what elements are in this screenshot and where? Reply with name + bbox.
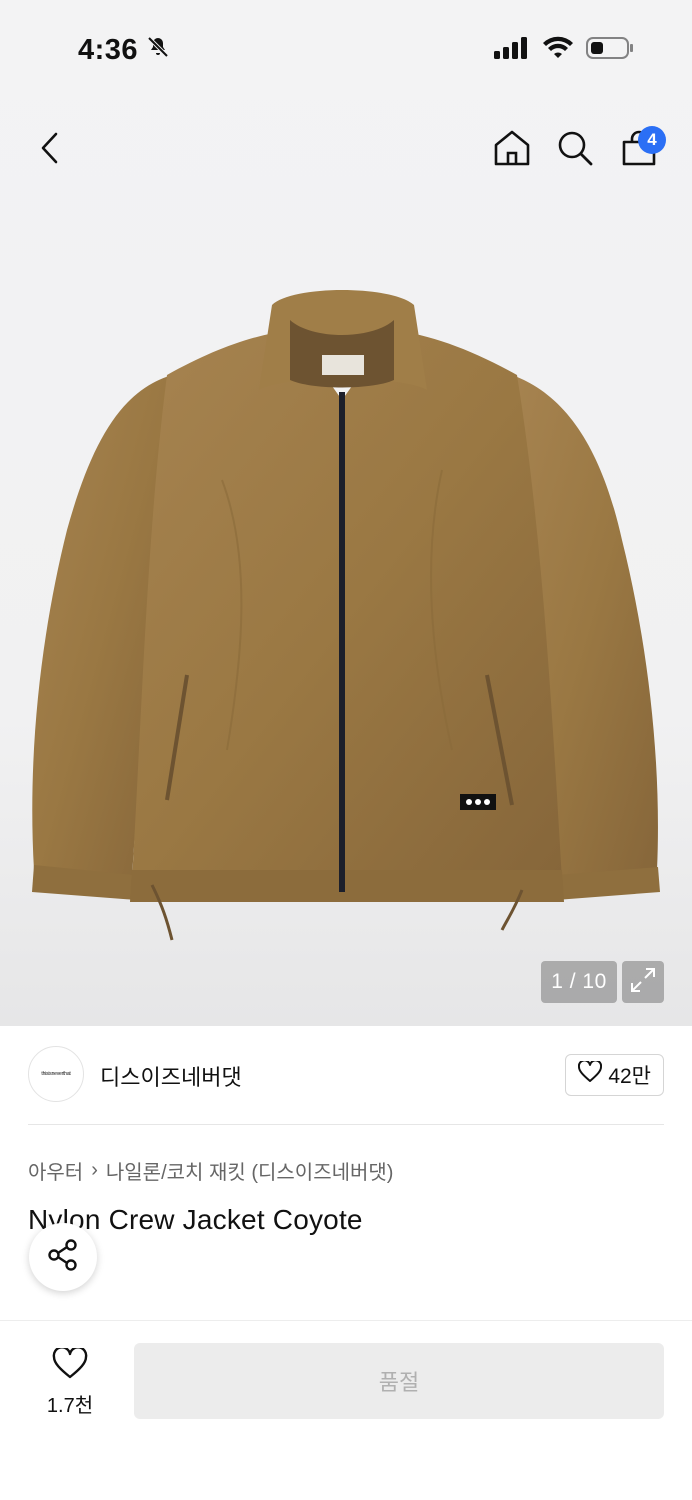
heart-icon bbox=[52, 1346, 88, 1385]
product-image[interactable] bbox=[22, 280, 672, 960]
divider bbox=[28, 1124, 664, 1125]
cart-count-badge: 4 bbox=[638, 126, 666, 154]
home-icon bbox=[492, 128, 532, 173]
battery-icon bbox=[586, 36, 634, 65]
wifi-icon bbox=[542, 36, 574, 65]
brand-like-count: 42만 bbox=[608, 1065, 651, 1088]
expand-button[interactable] bbox=[622, 961, 664, 1003]
bell-off-icon bbox=[146, 34, 170, 67]
heart-icon bbox=[578, 1059, 603, 1089]
wishlist-button[interactable]: 1.7천 bbox=[30, 1345, 110, 1421]
brand-name[interactable]: 디스이즈네버댓 bbox=[100, 1060, 242, 1092]
wishlist-count: 1.7천 bbox=[46, 1395, 94, 1417]
brand-logo[interactable]: thisisneverthat bbox=[28, 1046, 84, 1102]
top-nav: 4 bbox=[0, 118, 692, 182]
brand-logo-text: thisisneverthat bbox=[41, 1071, 71, 1077]
brand-row: thisisneverthat 디스이즈네버댓 42만 bbox=[28, 1046, 664, 1104]
back-arrow-icon bbox=[38, 131, 62, 170]
cart-button[interactable]: 4 bbox=[615, 118, 666, 182]
home-button[interactable] bbox=[488, 118, 536, 182]
share-button[interactable] bbox=[29, 1223, 97, 1291]
back-button[interactable] bbox=[26, 118, 74, 182]
search-icon bbox=[556, 129, 594, 172]
sold-out-button[interactable]: 품절 bbox=[134, 1343, 664, 1419]
bottom-action-bar: 1.7천 품절 bbox=[0, 1320, 692, 1500]
breadcrumb-separator: › bbox=[91, 1159, 98, 1181]
signal-icon bbox=[494, 36, 530, 65]
breadcrumb-subcategory[interactable]: 나일론/코치 재킷 (디스이즈네버댓) bbox=[106, 1156, 394, 1185]
status-bar: 4:36 bbox=[0, 0, 692, 100]
share-icon bbox=[46, 1238, 80, 1277]
product-gallery[interactable]: 4:36 4 1 / 10 bbox=[0, 0, 692, 1026]
breadcrumb: 아우터 › 나일론/코치 재킷 (디스이즈네버댓) bbox=[28, 1156, 393, 1185]
search-button[interactable] bbox=[551, 118, 599, 182]
expand-icon bbox=[630, 967, 656, 998]
image-counter: 1 / 10 bbox=[541, 961, 617, 1003]
status-time: 4:36 bbox=[78, 33, 139, 66]
breadcrumb-category[interactable]: 아우터 bbox=[28, 1156, 83, 1185]
brand-like-button[interactable]: 42만 bbox=[565, 1054, 664, 1096]
